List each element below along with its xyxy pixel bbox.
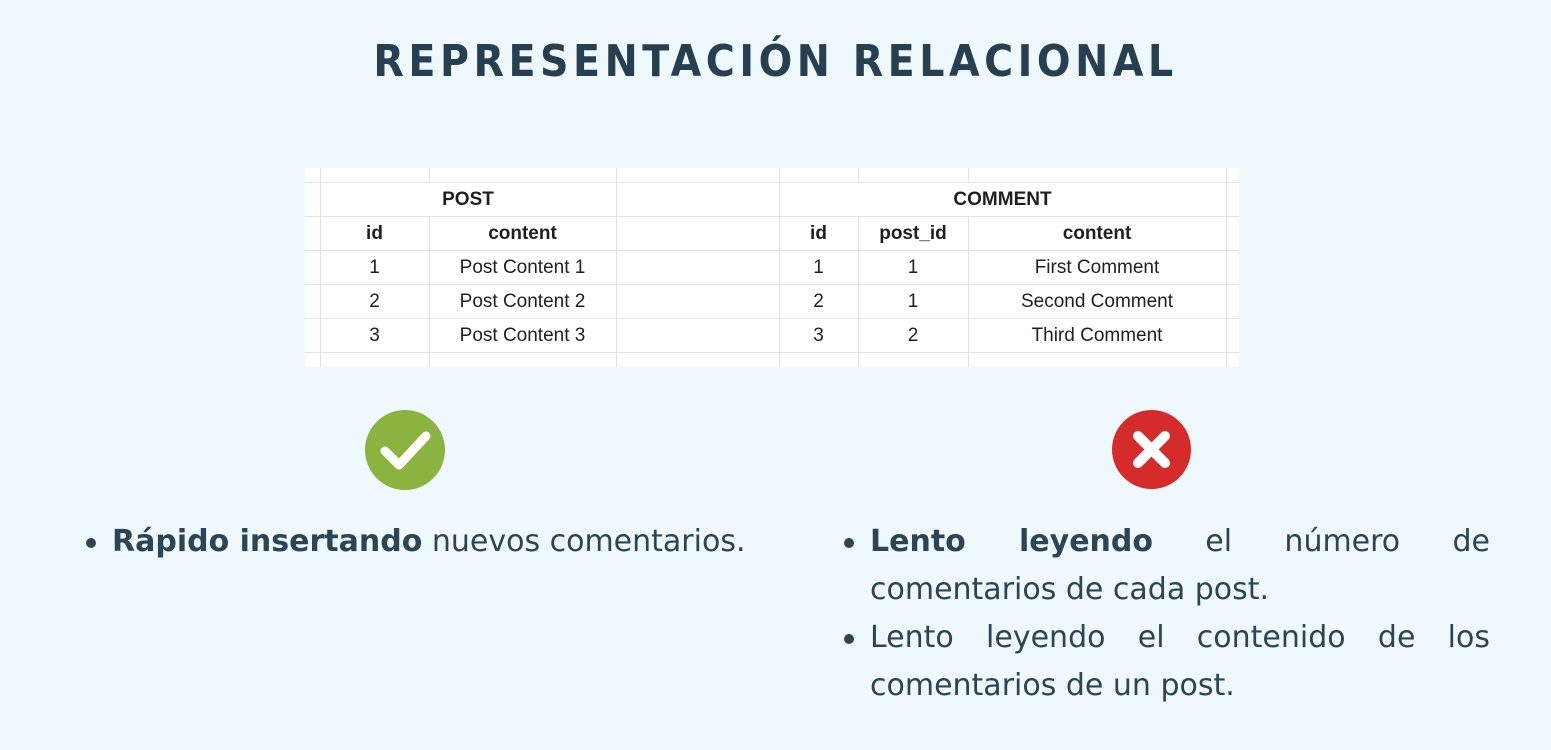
x-circle-icon: [1112, 410, 1191, 489]
comment-cell: 1: [813, 257, 824, 278]
pro-bold-text: Rápido insertando: [112, 524, 423, 559]
comment-cell: 3: [813, 325, 824, 346]
pros-list: Rápido insertando nuevos comentarios.: [84, 518, 784, 566]
con-text: Lento leyendo el contenido de los coment…: [870, 620, 1490, 703]
post-col-content: content: [488, 223, 557, 244]
comment-cell: 1: [907, 257, 919, 278]
slide-title: REPRESENTACIÓN RELACIONAL: [373, 36, 1178, 87]
list-item: Lento leyendo el contenido de los coment…: [842, 614, 1490, 710]
post-cell: Post Content 3: [459, 325, 586, 346]
post-col-id: id: [366, 223, 383, 244]
pro-text: nuevos comentarios.: [422, 524, 746, 559]
cons-list: Lento leyendo el número de comentarios d…: [842, 518, 1490, 710]
post-table-title: POST: [442, 189, 494, 210]
comment-cell: Third Comment: [1031, 325, 1163, 346]
comment-col-post-id: post_id: [879, 223, 947, 244]
relational-tables: POST id content 1 Post Content 1 2 Post …: [305, 168, 1239, 367]
comment-cell: 2: [907, 325, 919, 346]
post-cell: 1: [369, 257, 380, 278]
bullet-icon: [844, 538, 854, 548]
bullet-icon: [86, 538, 96, 548]
check-circle-icon: [365, 410, 445, 490]
comment-cell: First Comment: [1034, 257, 1160, 278]
post-cell: 2: [369, 291, 380, 312]
post-cell: 3: [369, 325, 380, 346]
bullet-icon: [844, 634, 854, 644]
comment-table-title: COMMENT: [953, 189, 1052, 210]
post-cell: Post Content 1: [459, 257, 586, 278]
post-cell: Post Content 2: [459, 291, 586, 312]
comment-cell: 1: [907, 291, 919, 312]
comment-cell: 2: [813, 291, 824, 312]
comment-col-content: content: [1062, 223, 1132, 244]
list-item: Rápido insertando nuevos comentarios.: [84, 518, 784, 566]
comment-cell: Second Comment: [1020, 291, 1174, 312]
comment-col-id: id: [810, 223, 827, 244]
list-item: Lento leyendo el número de comentarios d…: [842, 518, 1490, 614]
con-bold-text: Lento leyendo: [870, 524, 1153, 559]
